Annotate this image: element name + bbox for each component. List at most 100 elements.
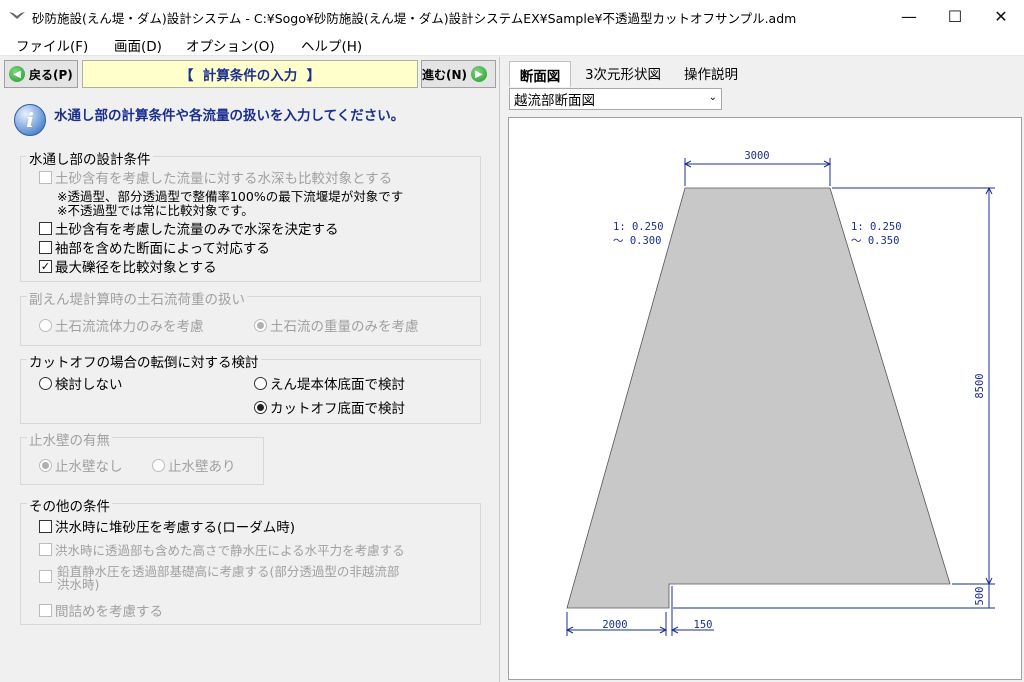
group-debris-load: 副えん堤計算時の土石流荷重の扱い 土石流流体力のみを考慮 土石流の重量のみを考慮 xyxy=(20,288,481,346)
back-button-label: 戻る(P) xyxy=(29,67,73,82)
menu-bar: ファイル(F) 画面(D) オプション(O) ヘルプ(H) xyxy=(0,32,1024,56)
dam-body xyxy=(566,187,951,609)
option-label: えん堤本体底面で検討 xyxy=(270,377,405,393)
tab-instructions[interactable]: 操作説明 xyxy=(675,61,747,85)
checkbox-box xyxy=(39,221,52,235)
radio-dot xyxy=(257,321,264,329)
checkbox-box xyxy=(39,603,52,617)
checkbox-box xyxy=(39,543,52,556)
option-label: 袖部を含めた断面によって対応する xyxy=(55,241,270,257)
group-legend: 止水壁の有無 xyxy=(27,429,112,449)
checkbox-box xyxy=(39,170,52,184)
group-cutoff-wall: 止水壁の有無 止水壁なし 止水壁あり xyxy=(20,429,264,485)
back-button[interactable]: ◀ 戻る(P) xyxy=(4,60,78,88)
checkbox-hydrostatic[interactable]: 洪水時に透過部も含めた高さで静水圧による水平力を考慮する xyxy=(39,540,405,559)
dim-crest-width xyxy=(683,158,832,186)
arrow-left-icon: ◀ xyxy=(9,66,25,82)
dim-base-left-text: 2000 xyxy=(602,619,627,631)
option-label: 間詰めを考慮する xyxy=(55,604,163,620)
drawing-panel: 断面図 3次元形状図 操作説明 越流部断面図 ⌄ 3000 8500 500 2… xyxy=(503,57,1024,682)
checkbox-box xyxy=(39,240,52,254)
radio-circle xyxy=(152,458,165,472)
settings-panel: ◀ 戻る(P) 【 計算条件の入力 】 進む(N) ▶ i 水通し部の計算条件や… xyxy=(0,57,500,682)
menu-view[interactable]: 画面(D) xyxy=(114,35,162,55)
radio-dot xyxy=(42,461,49,469)
info-text: 水通し部の計算条件や各流量の扱いを入力してください。 xyxy=(54,108,405,124)
group-water-passage: 水通し部の設計条件 土砂含有を考慮した流量に対する水深も比較対象とする ※透過型… xyxy=(20,148,481,282)
close-button[interactable]: ✕ xyxy=(978,0,1024,32)
next-button-label: 進む(N) xyxy=(422,67,468,82)
option-label: 検討しない xyxy=(55,377,123,393)
radio-circle xyxy=(39,318,52,332)
chevron-down-icon: ⌄ xyxy=(708,92,717,103)
checkbox-sediment-compare[interactable]: 土砂含有を考慮した流量に対する水深も比較対象とする xyxy=(39,167,392,187)
info-icon: i xyxy=(14,104,46,136)
minimize-button[interactable]: — xyxy=(886,0,932,32)
option-label: 止水壁なし xyxy=(55,459,123,475)
checkbox-sediment-pressure[interactable]: 洪水時に堆砂圧を考慮する(ローダム時) xyxy=(39,516,295,536)
option-label: 洪水時に堆砂圧を考慮する(ローダム時) xyxy=(55,520,296,536)
next-button[interactable]: 進む(N) ▶ xyxy=(421,60,496,88)
menu-help[interactable]: ヘルプ(H) xyxy=(301,35,362,55)
option-label: 土砂含有を考慮した流量に対する水深も比較対象とする xyxy=(55,171,393,187)
page-title: 【 計算条件の入力 】 xyxy=(82,60,418,88)
group-legend: カットオフの場合の転倒に対する検討 xyxy=(27,351,261,371)
checkbox-vertical-pressure[interactable] xyxy=(39,570,55,583)
slope-right-line1: 1: 0.250 xyxy=(851,221,902,233)
group-other: その他の条件 洪水時に堆砂圧を考慮する(ローダム時) 洪水時に透過部も含めた高さ… xyxy=(20,495,481,625)
option-label: 止水壁あり xyxy=(168,459,236,475)
slope-left-line2: ～ 0.300 xyxy=(613,235,661,247)
radio-circle xyxy=(254,318,267,332)
menu-options[interactable]: オプション(O) xyxy=(186,35,275,55)
slope-left-line1: 1: 0.250 xyxy=(613,221,664,233)
select-value: 越流部断面図 xyxy=(514,93,595,109)
radio-body-base[interactable]: えん堤本体底面で検討 xyxy=(254,373,405,393)
dim-crest-width-text: 3000 xyxy=(744,150,769,162)
radio-circle xyxy=(254,376,267,390)
checkbox-sleeve-section[interactable]: 袖部を含めた断面によって対応する xyxy=(39,237,270,257)
maximize-button[interactable]: ☐ xyxy=(932,0,978,32)
group-legend: 副えん堤計算時の土石流荷重の扱い xyxy=(27,288,247,308)
app-icon xyxy=(9,12,25,19)
arrow-right-icon: ▶ xyxy=(471,66,487,82)
option-label: 土砂含有を考慮した流量のみで水深を決定する xyxy=(55,222,339,238)
title-bar: 砂防施設(えん堤・ダム)設計システム - C:¥Sogo¥砂防施設(えん堤・ダム… xyxy=(0,0,1024,32)
checkbox-box xyxy=(39,519,52,533)
group-legend: 水通し部の設計条件 xyxy=(27,148,153,168)
option-label-line1: 鉛直静水圧を透過部基礎高に考慮する(部分透過型の非越流部 xyxy=(57,564,400,579)
slope-right-line2: ～ 0.350 xyxy=(851,235,899,247)
checkbox-max-boulder[interactable]: ✓ 最大礫径を比較対象とする xyxy=(39,256,217,276)
option-label: カットオフ底面で検討 xyxy=(270,401,405,417)
radio-cutoff-base[interactable]: カットオフ底面で検討 xyxy=(254,397,405,417)
section-drawing-canvas: 3000 8500 500 2000 150 1: 0.250 ～ 0.300 … xyxy=(508,117,1022,680)
group-legend: その他の条件 xyxy=(27,495,112,515)
radio-with-wall[interactable]: 止水壁あり xyxy=(152,455,236,475)
section-select[interactable]: 越流部断面図 ⌄ xyxy=(509,88,722,110)
radio-circle xyxy=(39,376,52,390)
radio-no-check[interactable]: 検討しない xyxy=(39,373,123,393)
option-label-line2: 洪水時) xyxy=(57,577,100,592)
radio-weight-only[interactable]: 土石流の重量のみを考慮 xyxy=(254,315,419,335)
info-banner: i 水通し部の計算条件や各流量の扱いを入力してください。 xyxy=(6,94,496,142)
menu-file[interactable]: ファイル(F) xyxy=(16,35,88,55)
dim-cut-text: 150 xyxy=(694,619,713,631)
radio-no-wall[interactable]: 止水壁なし xyxy=(39,455,123,475)
dam-section-svg: 3000 8500 500 2000 150 1: 0.250 ～ 0.300 … xyxy=(565,150,995,636)
checkbox-checked: ✓ xyxy=(39,259,52,273)
radio-dot xyxy=(257,403,264,411)
option-label: 土石流の重量のみを考慮 xyxy=(270,319,419,335)
option-label: 土石流流体力のみを考慮 xyxy=(55,319,204,335)
radio-circle xyxy=(39,458,52,472)
option-label: 洪水時に透過部も含めた高さで静水圧による水平力を考慮する xyxy=(55,543,405,558)
tab-3d-shape[interactable]: 3次元形状図 xyxy=(575,61,671,85)
checkbox-gap-fill[interactable]: 間詰めを考慮する xyxy=(39,600,163,620)
group-overturn: カットオフの場合の転倒に対する検討 検討しない えん堤本体底面で検討 カットオフ… xyxy=(20,351,481,424)
checkbox-sediment-only[interactable]: 土砂含有を考慮した流量のみで水深を決定する xyxy=(39,218,339,238)
option-label: 最大礫径を比較対象とする xyxy=(55,260,217,276)
radio-circle xyxy=(254,400,267,414)
radio-fluid-force[interactable]: 土石流流体力のみを考慮 xyxy=(39,315,204,335)
window-title: 砂防施設(えん堤・ダム)設計システム - C:¥Sogo¥砂防施設(えん堤・ダム… xyxy=(32,11,797,26)
tab-section[interactable]: 断面図 xyxy=(509,61,571,87)
checkbox-box xyxy=(39,570,52,583)
note-impermeable: ※不透過型では常に比較対象です。 xyxy=(57,203,254,218)
